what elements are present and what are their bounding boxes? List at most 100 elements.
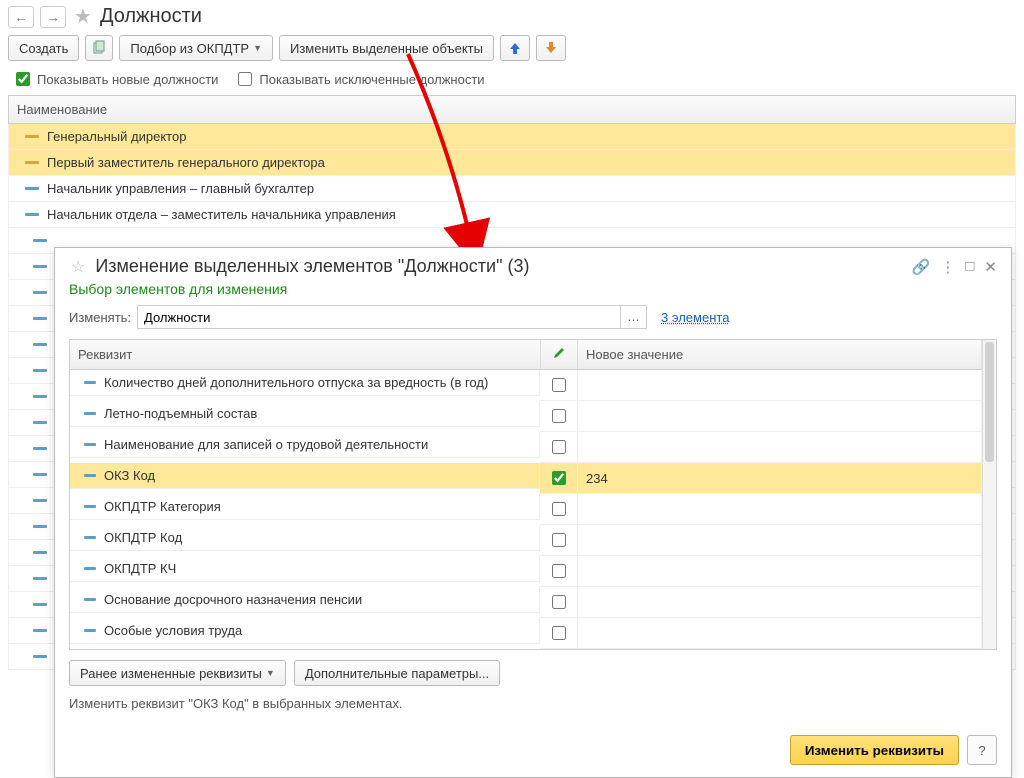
page-title: Должности bbox=[100, 5, 202, 28]
show-new-checkbox[interactable]: Показывать новые должности bbox=[12, 69, 218, 89]
item-icon bbox=[84, 598, 96, 601]
row-name: Первый заместитель генерального директор… bbox=[47, 155, 325, 170]
item-icon bbox=[33, 499, 47, 502]
attr-name: Наименование для записей о трудовой деят… bbox=[104, 437, 428, 452]
item-icon bbox=[33, 421, 47, 424]
attr-checkbox[interactable] bbox=[552, 409, 566, 423]
col-edit-icon bbox=[540, 340, 578, 370]
item-icon bbox=[33, 655, 47, 658]
attr-row[interactable]: Основание досрочного назначения пенсии bbox=[70, 587, 982, 618]
item-icon bbox=[33, 343, 47, 346]
item-icon bbox=[33, 629, 47, 632]
attr-checkbox[interactable] bbox=[552, 471, 566, 485]
dialog-star-icon[interactable]: ☆ bbox=[71, 257, 85, 277]
attr-checkbox[interactable] bbox=[552, 626, 566, 640]
col-value: Новое значение bbox=[578, 340, 982, 370]
change-dialog: ☆ Изменение выделенных элементов "Должно… bbox=[54, 247, 1012, 778]
create-button[interactable]: Создать bbox=[8, 35, 79, 61]
attr-checkbox[interactable] bbox=[552, 533, 566, 547]
item-icon bbox=[33, 473, 47, 476]
attr-row[interactable]: ОКЗ Код 234 bbox=[70, 463, 982, 494]
link-icon[interactable]: 🔗 bbox=[912, 258, 931, 276]
prev-changed-button[interactable]: Ранее измененные реквизиты ▼ bbox=[69, 660, 286, 686]
table-scrollbar[interactable] bbox=[982, 340, 996, 649]
attr-row[interactable]: Количество дней дополнительного отпуска … bbox=[70, 370, 982, 401]
item-icon bbox=[84, 629, 96, 632]
item-icon bbox=[84, 412, 96, 415]
attr-checkbox[interactable] bbox=[552, 502, 566, 516]
move-up-button[interactable] bbox=[500, 35, 530, 61]
item-icon bbox=[84, 381, 96, 384]
attr-row[interactable]: Особые условия труда bbox=[70, 618, 982, 649]
attr-name: ОКПДТР КЧ bbox=[104, 561, 176, 576]
change-selected-label: Изменить выделенные объекты bbox=[290, 41, 483, 56]
row-name: Генеральный директор bbox=[47, 129, 186, 144]
item-icon bbox=[33, 369, 47, 372]
attr-checkbox[interactable] bbox=[552, 564, 566, 578]
change-label: Изменять: bbox=[69, 310, 131, 325]
help-button[interactable]: ? bbox=[967, 735, 997, 765]
close-icon[interactable]: ✕ bbox=[984, 258, 997, 276]
item-icon bbox=[33, 551, 47, 554]
kebab-icon[interactable]: ⋮ bbox=[940, 258, 955, 276]
item-icon bbox=[25, 135, 39, 138]
prev-changed-label: Ранее измененные реквизиты bbox=[80, 666, 262, 681]
back-button[interactable]: ← bbox=[8, 6, 34, 28]
attr-row[interactable]: ОКПДТР Код bbox=[70, 525, 982, 556]
show-excluded-checkbox[interactable]: Показывать исключенные должности bbox=[234, 69, 484, 89]
change-input-wrap[interactable]: … bbox=[137, 305, 647, 329]
pick-okpdtr-button[interactable]: Подбор из ОКПДТР ▼ bbox=[119, 35, 273, 61]
attr-name: ОКПДТР Код bbox=[104, 530, 182, 545]
table-row[interactable]: Генеральный директор bbox=[8, 124, 1016, 150]
attr-name: Основание досрочного назначения пенсии bbox=[104, 592, 362, 607]
change-input[interactable] bbox=[138, 310, 620, 325]
table-row[interactable]: Первый заместитель генерального директор… bbox=[8, 150, 1016, 176]
scroll-thumb[interactable] bbox=[985, 342, 994, 462]
item-icon bbox=[33, 395, 47, 398]
attr-value: 234 bbox=[586, 471, 608, 486]
attr-name: ОКЗ Код bbox=[104, 468, 155, 483]
attr-checkbox[interactable] bbox=[552, 440, 566, 454]
item-icon bbox=[84, 536, 96, 539]
attr-checkbox[interactable] bbox=[552, 595, 566, 609]
item-icon bbox=[33, 291, 47, 294]
help-label: ? bbox=[978, 743, 985, 758]
copy-button[interactable] bbox=[85, 35, 113, 61]
attr-row[interactable]: ОКПДТР КЧ bbox=[70, 556, 982, 587]
table-row[interactable]: Начальник управления – главный бухгалтер bbox=[8, 176, 1016, 202]
maximize-icon[interactable]: □ bbox=[965, 258, 974, 276]
show-excluded-label: Показывать исключенные должности bbox=[259, 72, 484, 87]
attr-checkbox[interactable] bbox=[552, 378, 566, 392]
copy-icon bbox=[91, 40, 107, 56]
show-new-label: Показывать новые должности bbox=[37, 72, 218, 87]
elements-link[interactable]: 3 элемента bbox=[661, 310, 729, 325]
grid-header: Наименование bbox=[8, 95, 1016, 124]
attr-row[interactable]: Летно-подъемный состав bbox=[70, 401, 982, 432]
move-down-button[interactable] bbox=[536, 35, 566, 61]
row-name: Начальник отдела – заместитель начальник… bbox=[47, 207, 396, 222]
pencil-icon bbox=[552, 346, 566, 360]
change-selected-button[interactable]: Изменить выделенные объекты bbox=[279, 35, 494, 61]
forward-button[interactable]: → bbox=[40, 6, 66, 28]
item-icon bbox=[25, 213, 39, 216]
item-icon bbox=[25, 161, 39, 164]
apply-button[interactable]: Изменить реквизиты bbox=[790, 735, 959, 765]
table-row[interactable]: Начальник отдела – заместитель начальник… bbox=[8, 202, 1016, 228]
item-icon bbox=[33, 577, 47, 580]
item-icon bbox=[84, 567, 96, 570]
show-new-input[interactable] bbox=[16, 72, 30, 86]
apply-label: Изменить реквизиты bbox=[805, 743, 944, 758]
row-name: Начальник управления – главный бухгалтер bbox=[47, 181, 314, 196]
show-excluded-input[interactable] bbox=[238, 72, 252, 86]
item-icon bbox=[33, 239, 47, 242]
dialog-title: Изменение выделенных элементов "Должност… bbox=[95, 256, 903, 277]
lookup-button[interactable]: … bbox=[620, 306, 646, 328]
item-icon bbox=[84, 474, 96, 477]
item-icon bbox=[84, 505, 96, 508]
arrow-up-icon bbox=[508, 41, 522, 55]
attr-row[interactable]: Наименование для записей о трудовой деят… bbox=[70, 432, 982, 463]
attr-row[interactable]: ОКПДТР Категория bbox=[70, 494, 982, 525]
extra-params-button[interactable]: Дополнительные параметры... bbox=[294, 660, 500, 686]
attr-name: Особые условия труда bbox=[104, 623, 242, 638]
favorite-star-icon[interactable]: ★ bbox=[74, 4, 92, 29]
